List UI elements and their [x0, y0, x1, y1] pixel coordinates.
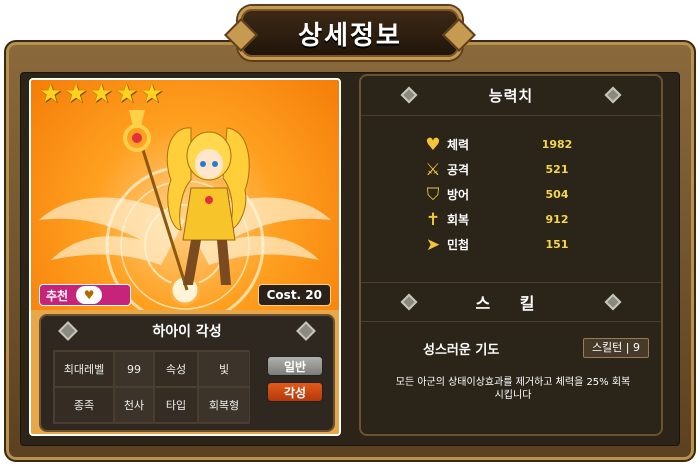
ability-title: 능력치	[488, 87, 534, 105]
stat-value: 521	[545, 163, 569, 176]
skill-header: 스 킬	[361, 282, 661, 322]
heart-bee-icon: ♥	[76, 286, 103, 304]
stat-value: 1982	[541, 138, 573, 151]
cross-icon: ✝	[425, 209, 441, 230]
character-art	[31, 80, 339, 325]
stat-value: 504	[545, 188, 569, 201]
star-icon: ★	[114, 79, 139, 109]
boot-icon: ➤	[425, 234, 441, 255]
star-icon: ★	[64, 79, 88, 109]
diamond-ornament-icon	[400, 293, 418, 311]
normal-form-button[interactable]: 일반	[267, 356, 323, 376]
awakened-form-button[interactable]: 각성	[267, 382, 323, 402]
stat-label: 공격	[447, 163, 470, 177]
stat-label: 방어	[447, 188, 470, 202]
skill-description-line: 시킵니다	[494, 390, 532, 401]
attr-value-type: 회복형	[198, 387, 250, 423]
character-attributes-table: 최대레벨 99 속성 빛 종족 천사 타입 회복형	[53, 350, 250, 424]
stat-row-hp: ♥ 체력 1982	[421, 132, 621, 157]
skill-name-row: 성스러운 기도 스킬턴 | 9	[373, 336, 649, 360]
stat-value: 151	[545, 238, 569, 251]
page-title: 상세정보	[298, 20, 402, 51]
character-name-header: 하아이 각성	[41, 316, 333, 346]
star-icon: ★	[39, 79, 63, 109]
character-name: 하아이 각성	[152, 324, 222, 340]
skill-name: 성스러운 기도	[423, 342, 500, 358]
detail-panel: 능력치 ♥ 체력 1982 ⚔ 공격 521 ⛉ 방어 504 ✝ 회복 912…	[359, 74, 663, 436]
diamond-ornament-icon	[604, 293, 622, 311]
form-toggle-group: 일반 각성	[267, 356, 323, 402]
stat-row-recovery: ✝ 회복 912	[421, 207, 621, 232]
cost-badge: Cost. 20	[257, 284, 331, 306]
skill-cooldown-badge: 스킬턴 | 9	[582, 338, 649, 358]
stat-value: 912	[545, 213, 569, 226]
recommend-badge: 추천 ♥	[39, 284, 131, 306]
diamond-ornament-icon	[296, 321, 316, 341]
attr-value-max-level: 99	[114, 351, 154, 387]
stat-row-defense: ⛉ 방어 504	[421, 182, 621, 207]
skill-title: 스 킬	[475, 294, 547, 313]
star-icon: ★	[89, 79, 113, 109]
heart-icon: ♥	[425, 134, 441, 155]
attr-value-element: 빛	[198, 351, 250, 387]
recommend-label: 추천	[46, 288, 69, 303]
stat-label: 민첩	[447, 238, 470, 252]
skill-description-line: 모든 아군의 상태이상효과를 제거하고 체력을 25% 회복	[395, 377, 631, 388]
stat-label: 회복	[447, 213, 470, 227]
character-illustration	[39, 110, 331, 325]
star-rating: ★ ★ ★ ★ ★	[39, 79, 164, 109]
attr-label-element: 속성	[154, 351, 198, 387]
attr-label-max-level: 최대레벨	[54, 351, 114, 387]
stat-row-attack: ⚔ 공격 521	[421, 157, 621, 182]
diamond-ornament-icon	[604, 86, 622, 104]
title-plaque: 상세정보	[238, 6, 462, 60]
diamond-ornament-icon	[58, 321, 78, 341]
stat-label: 체력	[447, 138, 470, 152]
attr-value-race: 천사	[114, 387, 154, 423]
ability-stats-list: ♥ 체력 1982 ⚔ 공격 521 ⛉ 방어 504 ✝ 회복 912 ➤ 민…	[421, 132, 621, 257]
skill-description: 모든 아군의 상태이상효과를 제거하고 체력을 25% 회복 시킵니다	[371, 376, 655, 402]
star-icon: ★	[140, 79, 164, 109]
diamond-ornament-icon	[400, 86, 418, 104]
character-info-box: 하아이 각성 최대레벨 99 속성 빛 종족 천사 타입 회복형 일반 각성	[39, 314, 335, 432]
character-card: ★ ★ ★ ★ ★ 추천 ♥ Cost. 20 하아이 각성 최대레벨 99 속…	[29, 78, 341, 436]
attr-label-type: 타입	[154, 387, 198, 423]
stat-row-agility: ➤ 민첩 151	[421, 232, 621, 257]
ability-header: 능력치	[361, 76, 661, 116]
shield-icon: ⛉	[426, 184, 440, 205]
attr-label-race: 종족	[54, 387, 114, 423]
sword-icon: ⚔	[425, 159, 441, 180]
